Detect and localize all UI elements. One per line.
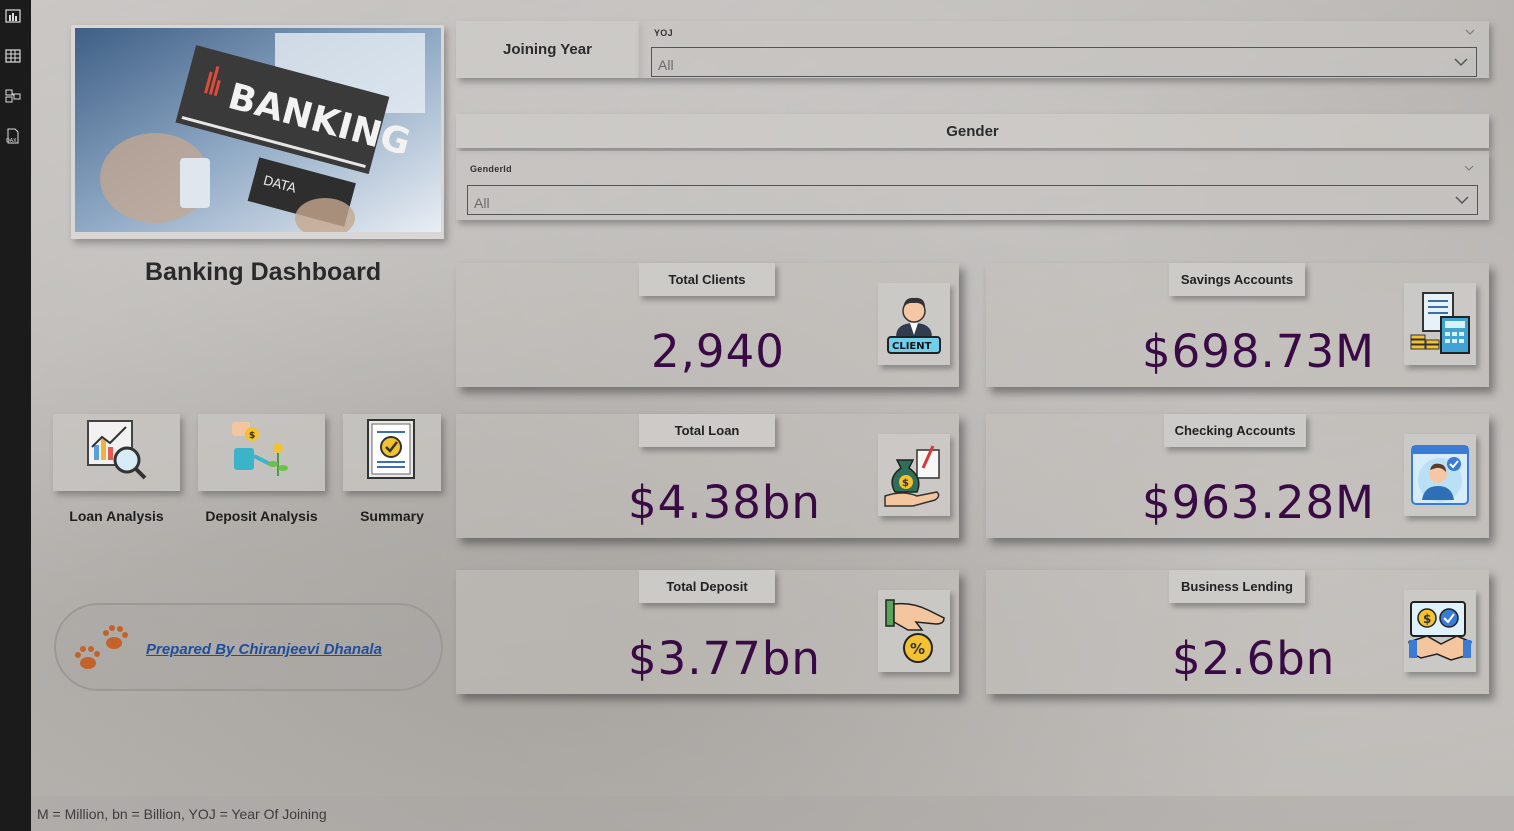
svg-text:$: $: [902, 478, 909, 489]
chevron-down-icon[interactable]: [1464, 165, 1474, 171]
kpi-value: $2.6bn: [1172, 632, 1336, 685]
joining-year-slicer-title: Joining Year: [456, 21, 639, 78]
yoj-selected-value: All: [658, 57, 674, 73]
kpi-total-loan: Total Loan $4.38bn $: [456, 414, 959, 538]
kpi-checking-accounts: Checking Accounts $963.28M: [986, 414, 1489, 538]
kpi-label: Business Lending: [1169, 570, 1305, 603]
kpi-business-lending: Business Lending $2.6bn $: [986, 570, 1489, 694]
svg-text:%: %: [910, 640, 925, 658]
prepared-by-link[interactable]: Prepared By Chiranjeevi Dhanala: [146, 641, 382, 658]
nav-deposit-analysis-button[interactable]: $: [198, 414, 325, 491]
table-view-icon[interactable]: [5, 48, 21, 64]
yoj-dropdown[interactable]: All: [651, 47, 1477, 77]
deposit-growth-icon: $: [222, 418, 302, 487]
kpi-label: Checking Accounts: [1164, 414, 1306, 447]
nav-loan-analysis-label[interactable]: Loan Analysis: [53, 508, 180, 524]
gender-dropdown[interactable]: All: [467, 185, 1478, 215]
nav-summary-button[interactable]: [343, 414, 441, 491]
deposit-coin-icon: %: [878, 590, 950, 672]
savings-ledger-icon: [1404, 283, 1476, 365]
kpi-value: 2,940: [651, 325, 785, 378]
gender-selected-value: All: [474, 195, 490, 211]
client-icon: CLIENT: [878, 283, 950, 365]
svg-text:CLIENT: CLIENT: [892, 341, 932, 352]
kpi-value: $698.73M: [1142, 325, 1375, 378]
svg-text:$: $: [249, 431, 255, 441]
page-title: Banking Dashboard: [145, 258, 382, 286]
nav-deposit-analysis-label[interactable]: Deposit Analysis: [198, 508, 325, 524]
svg-text:$: $: [1423, 612, 1431, 626]
model-view-icon[interactable]: [5, 88, 21, 104]
kpi-total-clients: Total Clients 2,940 CLIENT: [456, 263, 959, 387]
kpi-total-deposit: Total Deposit $3.77bn %: [456, 570, 959, 694]
view-switcher-rail: DAX: [0, 0, 31, 831]
paw-prints-icon: [70, 623, 134, 682]
kpi-label: Total Deposit: [639, 570, 775, 603]
kpi-label: Total Clients: [639, 263, 775, 296]
chevron-down-icon[interactable]: [1455, 195, 1469, 205]
dax-query-icon[interactable]: DAX: [5, 128, 21, 144]
loan-bag-icon: $: [878, 434, 950, 516]
chevron-down-icon[interactable]: [1454, 57, 1468, 67]
svg-text:DAX: DAX: [6, 138, 17, 144]
genderid-field-label: GenderId: [470, 164, 512, 174]
banking-hero-image: BANKING DATA: [75, 28, 441, 232]
chevron-down-icon[interactable]: [1465, 29, 1475, 35]
nav-summary-label[interactable]: Summary: [343, 508, 441, 524]
gender-slicer: GenderId All: [456, 151, 1489, 220]
nav-loan-analysis-button[interactable]: [53, 414, 180, 491]
gender-slicer-title: Gender: [456, 114, 1489, 148]
kpi-label: Savings Accounts: [1169, 263, 1305, 296]
handshake-icon: $: [1404, 590, 1476, 672]
report-view-icon[interactable]: [5, 8, 21, 24]
joining-year-slicer: YOJ All: [639, 21, 1489, 78]
kpi-value: $963.28M: [1142, 476, 1375, 529]
kpi-value: $3.77bn: [628, 632, 821, 685]
kpi-savings-accounts: Savings Accounts $698.73M: [986, 263, 1489, 387]
summary-document-icon: [362, 416, 422, 489]
hero-banner: BANKING DATA: [71, 25, 444, 239]
footer-note: M = Million, bn = Billion, YOJ = Year Of…: [37, 806, 327, 822]
kpi-label: Total Loan: [639, 414, 775, 447]
yoj-field-label: YOJ: [654, 28, 673, 38]
verified-user-icon: [1404, 434, 1476, 516]
credit-badge: Prepared By Chiranjeevi Dhanala: [54, 603, 443, 691]
loan-chart-icon: [82, 415, 152, 490]
kpi-value: $4.38bn: [628, 476, 821, 529]
